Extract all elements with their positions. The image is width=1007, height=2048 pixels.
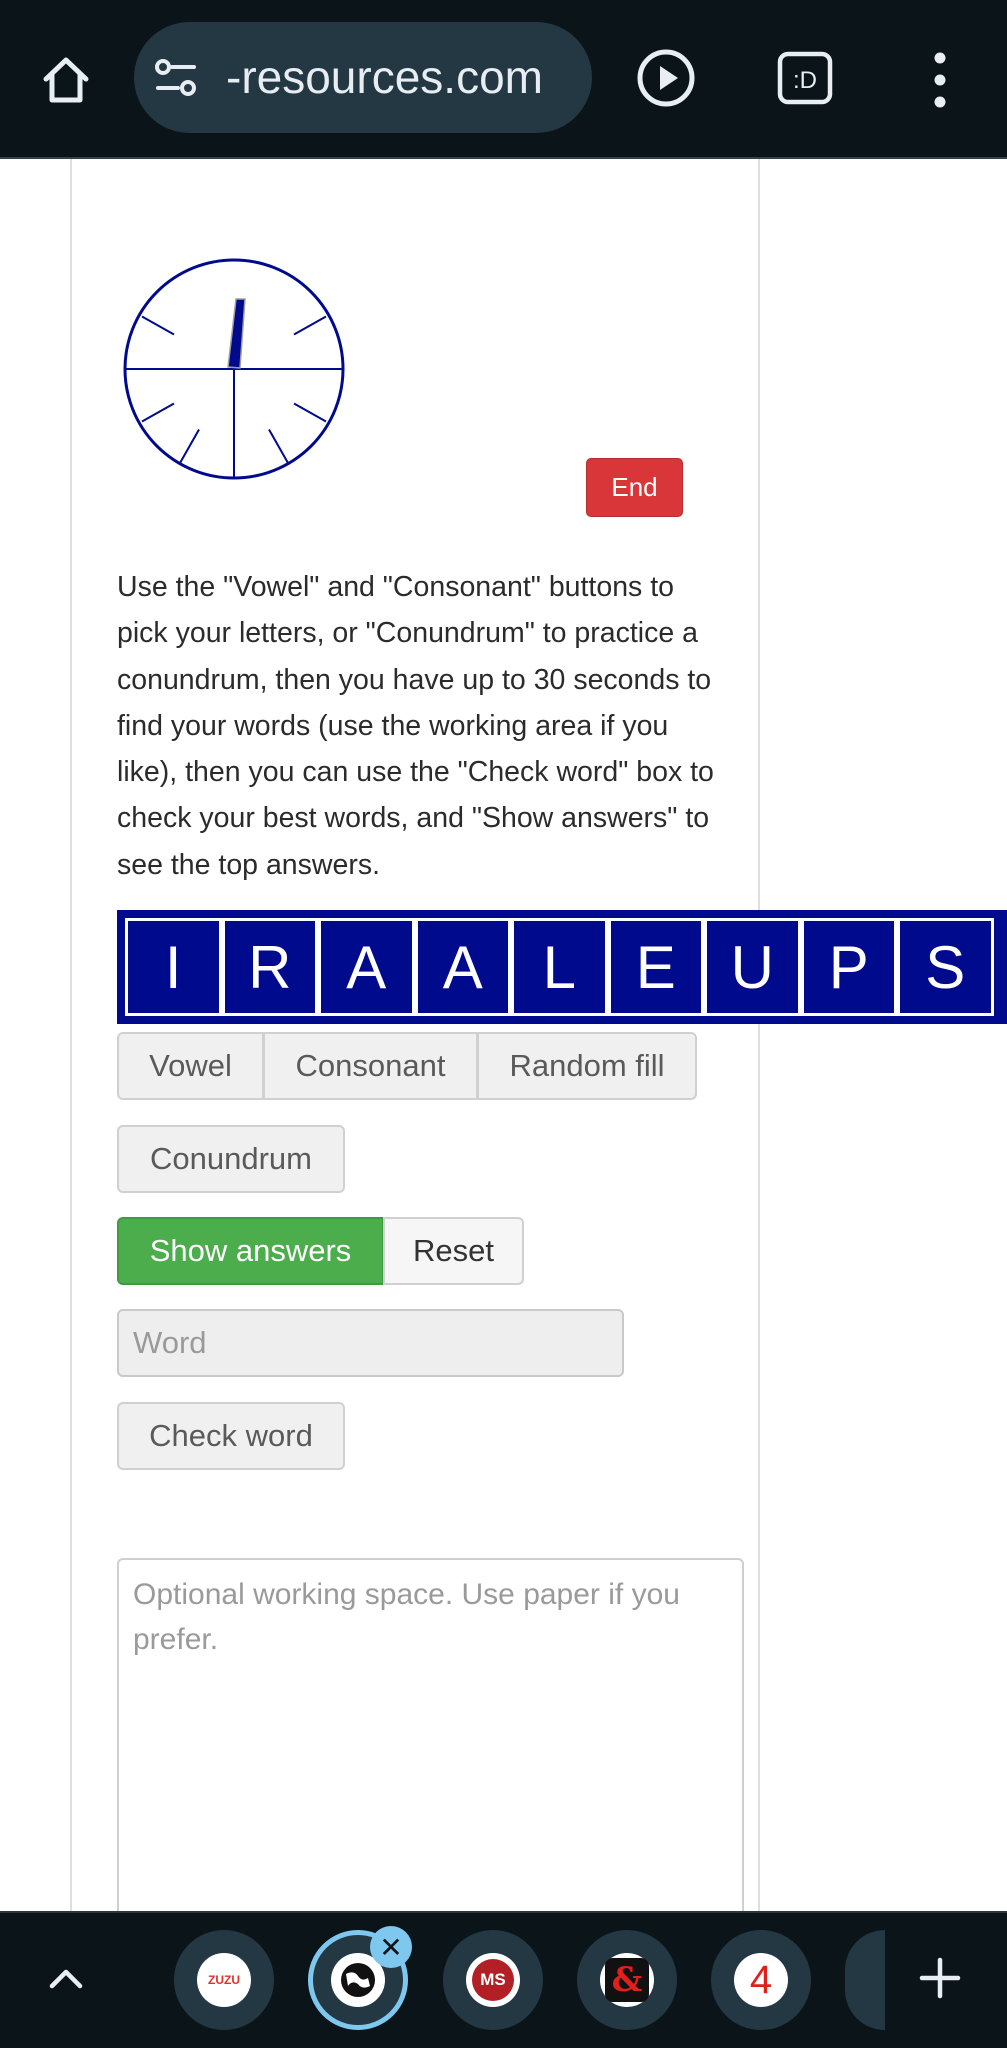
reset-button[interactable]: Reset	[383, 1217, 524, 1285]
end-button[interactable]: End	[586, 458, 683, 517]
overflow-menu-icon	[934, 52, 946, 108]
close-tab-icon[interactable]: ✕	[370, 1926, 412, 1968]
tab-switcher-label: :D	[793, 67, 817, 94]
letter-tile: P	[800, 918, 897, 1016]
four-favicon-label: 4	[749, 1957, 773, 2002]
zuzu-favicon-icon: ZUZU	[197, 1953, 251, 2007]
tab-zuzu[interactable]: ZUZU	[174, 1930, 274, 2030]
letter-tiles: I R A A L E U P S	[117, 910, 1007, 1024]
overflow-menu-button[interactable]	[920, 44, 960, 116]
column-border-left	[70, 159, 72, 1913]
letter-tile: A	[414, 918, 511, 1016]
ampersand-favicon-icon: &	[600, 1953, 654, 2007]
column-border-right	[758, 159, 760, 1913]
letter-tile: S	[897, 918, 994, 1016]
tab-switcher-button[interactable]: :D	[776, 50, 836, 106]
word-input[interactable]	[117, 1309, 624, 1377]
plus-icon	[919, 1957, 961, 1999]
random-fill-button[interactable]: Random fill	[477, 1032, 697, 1100]
tab-ms[interactable]: MS	[443, 1930, 543, 2030]
countdown-clock	[123, 258, 345, 480]
conundrum-button[interactable]: Conundrum	[117, 1125, 345, 1193]
chevron-up-icon	[49, 1969, 83, 1989]
letter-tile: A	[318, 918, 415, 1016]
four-favicon-icon: 4	[734, 1953, 788, 2007]
ms-favicon-icon: MS	[466, 1953, 520, 2007]
letter-tile: L	[511, 918, 608, 1016]
zuzu-favicon-label: ZUZU	[208, 1973, 240, 1987]
show-answers-button[interactable]: Show answers	[117, 1217, 384, 1285]
letter-tile: E	[607, 918, 704, 1016]
home-icon	[43, 57, 89, 103]
screen: -resources.com :D End Use the "Vowel" an…	[0, 0, 1007, 2048]
instructions-text: Use the "Vowel" and "Consonant" buttons …	[117, 571, 714, 881]
page-content: End Use the "Vowel" and "Consonant" butt…	[0, 159, 1007, 1913]
tab-switcher-icon: :D	[777, 51, 833, 105]
consonant-button[interactable]: Consonant	[263, 1032, 478, 1100]
new-tab-button[interactable]	[910, 1948, 970, 2008]
tab-ampersand[interactable]: &	[577, 1930, 677, 2030]
letter-tile: I	[125, 918, 222, 1016]
play-icon	[637, 49, 695, 107]
url-text[interactable]: -resources.com	[226, 50, 543, 104]
working-space-textarea[interactable]	[117, 1558, 744, 1913]
letter-tile: R	[221, 918, 318, 1016]
site-settings-icon[interactable]	[152, 56, 202, 100]
tab-four[interactable]: 4	[711, 1930, 811, 2030]
ms-favicon-label: MS	[472, 1959, 514, 2001]
home-button[interactable]	[30, 44, 102, 116]
letter-tile: U	[704, 918, 801, 1016]
expand-tabs-button[interactable]	[36, 1948, 96, 2008]
play-button[interactable]	[634, 46, 698, 110]
vowel-button[interactable]: Vowel	[117, 1032, 264, 1100]
check-word-button[interactable]: Check word	[117, 1402, 345, 1470]
ampersand-favicon-label: &	[605, 1958, 649, 2002]
